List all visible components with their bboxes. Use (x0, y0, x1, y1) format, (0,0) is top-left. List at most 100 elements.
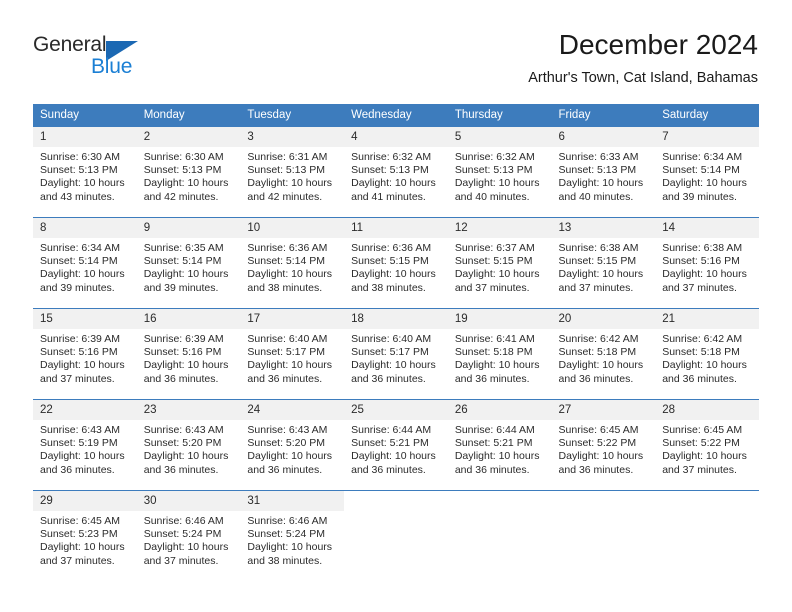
calendar-day-cell[interactable]: 23 Sunrise: 6:43 AM Sunset: 5:20 PM Dayligh… (136, 399, 241, 491)
calendar-day-cell[interactable]: 19 Sunrise: 6:41 AM Sunset: 5:18 PM Dayligh… (447, 308, 552, 400)
sunset-text: Sunset: 5:13 PM (351, 164, 429, 177)
calendar-day-cell[interactable]: 12 Sunrise: 6:37 AM Sunset: 5:15 PM Dayligh… (447, 217, 552, 309)
day-cell-inner: 29 Sunrise: 6:45 AM Sunset: 5:23 PM Dayligh… (33, 491, 137, 581)
calendar-day-cell[interactable]: 13 Sunrise: 6:38 AM Sunset: 5:15 PM Dayligh… (551, 217, 656, 309)
calendar-day-cell[interactable]: 25 Sunrise: 6:44 AM Sunset: 5:21 PM Dayligh… (344, 399, 448, 491)
day-details: Sunrise: 6:40 AM Sunset: 5:17 PM Daylight:… (240, 329, 344, 386)
day-details: Sunrise: 6:32 AM Sunset: 5:13 PM Daylight:… (344, 147, 448, 204)
logo-word-general: General (33, 33, 107, 56)
sunset-text: Sunset: 5:15 PM (558, 255, 637, 268)
sunset-text: Sunset: 5:16 PM (662, 255, 740, 268)
calendar-day-cell[interactable]: 17 Sunrise: 6:40 AM Sunset: 5:17 PM Dayligh… (240, 308, 345, 400)
calendar-day-cell[interactable]: 30 Sunrise: 6:46 AM Sunset: 5:24 PM Dayligh… (136, 490, 241, 581)
day-details: Sunrise: 6:34 AM Sunset: 5:14 PM Daylight:… (33, 238, 137, 295)
weekday-row: Sunday Monday Tuesday Wednesday Thursday Frid… (33, 104, 759, 127)
calendar-day-cell[interactable]: 18 Sunrise: 6:40 AM Sunset: 5:17 PM Dayligh… (344, 308, 448, 400)
page-title: December 2024 (558, 29, 758, 60)
sunset-text: Sunset: 5:21 PM (351, 437, 429, 450)
day-cell-inner: 23 Sunrise: 6:43 AM Sunset: 5:20 PM Dayligh… (136, 400, 241, 490)
calendar-page: General Blue December 2024 Arthur's Town… (0, 0, 792, 612)
calendar-day-cell[interactable]: 11 Sunrise: 6:36 AM Sunset: 5:15 PM Dayligh… (344, 217, 448, 309)
day-number: 26 (447, 400, 552, 420)
weekday-header-thursday: Thursday (447, 104, 552, 127)
day-cell-inner: 27 Sunrise: 6:45 AM Sunset: 5:22 PM Dayligh… (551, 400, 656, 490)
calendar-day-cell[interactable]: 8 Sunrise: 6:34 AM Sunset: 5:14 PM Daylight… (33, 217, 137, 309)
calendar-day-cell[interactable]: 10 Sunrise: 6:36 AM Sunset: 5:14 PM Dayligh… (240, 217, 345, 309)
daylight-text-line2: and 42 minutes. (247, 190, 323, 203)
day-details: Sunrise: 6:46 AM Sunset: 5:24 PM Daylight:… (240, 511, 344, 568)
calendar-day-cell[interactable]: 24 Sunrise: 6:43 AM Sunset: 5:20 PM Dayligh… (240, 399, 345, 491)
sunrise-text: Sunrise: 6:41 AM (454, 333, 535, 345)
calendar-body: 1 Sunrise: 6:30 AM Sunset: 5:13 PM Daylight… (33, 127, 759, 581)
calendar-day-cell[interactable]: 9 Sunrise: 6:35 AM Sunset: 5:14 PM Daylight… (136, 217, 241, 309)
day-details: Sunrise: 6:42 AM Sunset: 5:18 PM Daylight:… (655, 329, 759, 386)
day-number: 3 (240, 127, 345, 147)
calendar-day-cell[interactable]: 26 Sunrise: 6:44 AM Sunset: 5:21 PM Dayligh… (447, 399, 552, 491)
calendar-day-cell[interactable]: 4 Sunrise: 6:32 AM Sunset: 5:13 PM Daylight… (344, 127, 448, 218)
sunrise-text: Sunrise: 6:32 AM (351, 151, 432, 163)
daylight-text-line2: and 36 minutes. (558, 372, 634, 385)
weekday-header-friday: Friday (551, 104, 656, 127)
day-number: 5 (447, 127, 552, 147)
calendar-day-cell[interactable]: 31 Sunrise: 6:46 AM Sunset: 5:24 PM Dayligh… (240, 490, 345, 581)
calendar-day-cell[interactable]: 6 Sunrise: 6:33 AM Sunset: 5:13 PM Daylight… (551, 127, 656, 218)
daylight-text-line1: Daylight: 10 hours (662, 268, 747, 281)
calendar-day-cell[interactable]: 16 Sunrise: 6:39 AM Sunset: 5:16 PM Dayligh… (136, 308, 241, 400)
calendar-day-cell[interactable]: 28 Sunrise: 6:45 AM Sunset: 5:22 PM Dayligh… (655, 399, 759, 491)
daylight-text-line1: Daylight: 10 hours (40, 541, 125, 554)
daylight-text-line1: Daylight: 10 hours (558, 359, 644, 372)
calendar-day-cell[interactable]: 20 Sunrise: 6:42 AM Sunset: 5:18 PM Dayligh… (551, 308, 656, 400)
calendar-empty-cell (655, 490, 759, 581)
calendar-day-cell[interactable]: 2 Sunrise: 6:30 AM Sunset: 5:13 PM Daylight… (136, 127, 241, 218)
calendar-day-cell[interactable]: 3 Sunrise: 6:31 AM Sunset: 5:13 PM Daylight… (240, 127, 345, 218)
daylight-text-line2: and 37 minutes. (143, 554, 219, 567)
calendar-day-cell[interactable]: 7 Sunrise: 6:34 AM Sunset: 5:14 PM Daylight… (655, 127, 759, 218)
daylight-text-line2: and 41 minutes. (351, 190, 426, 203)
sunset-text: Sunset: 5:13 PM (143, 164, 222, 177)
day-number: 18 (344, 309, 448, 329)
calendar-day-cell[interactable]: 1 Sunrise: 6:30 AM Sunset: 5:13 PM Daylight… (33, 127, 137, 218)
daylight-text-line1: Daylight: 10 hours (247, 359, 333, 372)
day-cell-inner: 25 Sunrise: 6:44 AM Sunset: 5:21 PM Dayligh… (344, 400, 448, 490)
day-details: Sunrise: 6:43 AM Sunset: 5:20 PM Daylight:… (137, 420, 241, 477)
calendar-day-cell[interactable]: 27 Sunrise: 6:45 AM Sunset: 5:22 PM Dayligh… (551, 399, 656, 491)
daylight-text-line1: Daylight: 10 hours (143, 541, 229, 554)
day-details: Sunrise: 6:33 AM Sunset: 5:13 PM Daylight:… (552, 147, 656, 204)
day-number: 30 (136, 491, 241, 511)
daylight-text-line1: Daylight: 10 hours (454, 268, 540, 281)
day-number: 17 (240, 309, 345, 329)
general-blue-logo[interactable]: General Blue (33, 33, 183, 85)
daylight-text-line2: and 37 minutes. (454, 281, 530, 294)
calendar-day-cell[interactable]: 5 Sunrise: 6:32 AM Sunset: 5:13 PM Daylight… (447, 127, 552, 218)
sunset-text: Sunset: 5:14 PM (143, 255, 222, 268)
day-details: Sunrise: 6:37 AM Sunset: 5:15 PM Daylight:… (448, 238, 552, 295)
logo-word-blue: Blue (91, 55, 133, 78)
day-cell-inner: 13 Sunrise: 6:38 AM Sunset: 5:15 PM Dayligh… (551, 218, 656, 308)
calendar-week-row: 15 Sunrise: 6:39 AM Sunset: 5:16 PM Dayligh… (33, 308, 759, 400)
day-number: 19 (447, 309, 552, 329)
day-details: Sunrise: 6:39 AM Sunset: 5:16 PM Daylight:… (137, 329, 241, 386)
daylight-text-line2: and 36 minutes. (351, 463, 426, 476)
day-cell-inner: 19 Sunrise: 6:41 AM Sunset: 5:18 PM Dayligh… (447, 309, 552, 399)
daylight-text-line2: and 36 minutes. (40, 463, 115, 476)
calendar-empty-cell (447, 490, 552, 581)
day-cell-inner: 7 Sunrise: 6:34 AM Sunset: 5:14 PM Daylight… (655, 127, 759, 217)
calendar-day-cell[interactable]: 15 Sunrise: 6:39 AM Sunset: 5:16 PM Dayligh… (33, 308, 137, 400)
sunrise-text: Sunrise: 6:46 AM (143, 515, 224, 527)
day-cell-inner: 18 Sunrise: 6:40 AM Sunset: 5:17 PM Dayligh… (344, 309, 448, 399)
sunrise-text: Sunrise: 6:37 AM (454, 242, 535, 254)
calendar-empty-cell (551, 490, 656, 581)
day-number (655, 491, 759, 497)
sunset-text: Sunset: 5:13 PM (558, 164, 637, 177)
sunset-text: Sunset: 5:14 PM (40, 255, 118, 268)
sunrise-text: Sunrise: 6:33 AM (558, 151, 639, 163)
day-details: Sunrise: 6:45 AM Sunset: 5:22 PM Daylight:… (552, 420, 656, 477)
calendar-day-cell[interactable]: 22 Sunrise: 6:43 AM Sunset: 5:19 PM Dayligh… (33, 399, 137, 491)
day-details: Sunrise: 6:44 AM Sunset: 5:21 PM Daylight:… (448, 420, 552, 477)
sunrise-text: Sunrise: 6:39 AM (40, 333, 120, 345)
calendar-day-cell[interactable]: 21 Sunrise: 6:42 AM Sunset: 5:18 PM Dayligh… (655, 308, 759, 400)
day-number (448, 491, 552, 497)
calendar-day-cell[interactable]: 29 Sunrise: 6:45 AM Sunset: 5:23 PM Dayligh… (33, 490, 137, 581)
day-number: 23 (136, 400, 241, 420)
calendar-day-cell[interactable]: 14 Sunrise: 6:38 AM Sunset: 5:16 PM Dayligh… (655, 217, 759, 309)
